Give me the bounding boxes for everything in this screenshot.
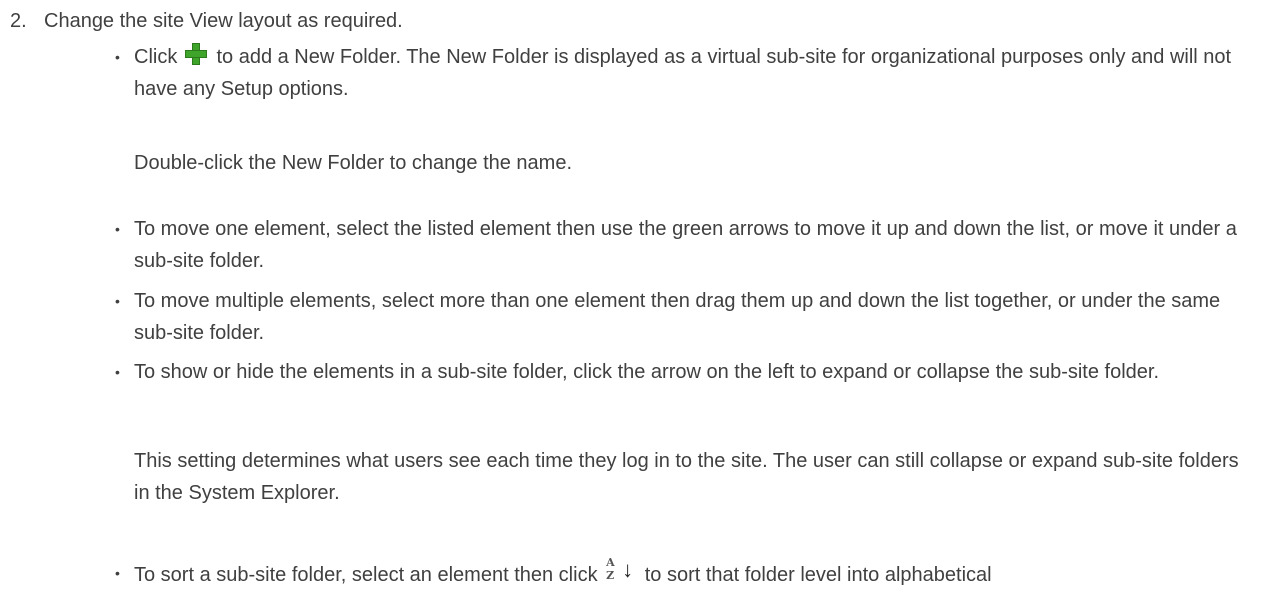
bullet-show-hide: • To show or hide the elements in a sub-… <box>115 356 1255 388</box>
bullet-sort: • To sort a sub-site folder, select an e… <box>115 557 1255 591</box>
bullet-dot: • <box>115 364 120 380</box>
step-heading: 2. Change the site View layout as require… <box>10 9 403 33</box>
bullet-move-one: • To move one element, select the listed… <box>115 213 1255 277</box>
bullet-dot: • <box>115 49 120 65</box>
bullet-text: To show or hide the elements in a sub-si… <box>134 361 1160 383</box>
bullet-add-folder: • Click to add a New Folder. The New Fol… <box>115 41 1255 105</box>
bullet-text: To move multiple elements, select more t… <box>134 290 1221 344</box>
note-setting: This setting determines what users see e… <box>134 450 1239 504</box>
bullet-dot: • <box>115 221 120 237</box>
bullet-text-pre: Click <box>134 46 178 68</box>
sort-az-icon: A Z ↓ <box>606 556 634 582</box>
bullet-text: To sort a sub-site folder, select an ele… <box>134 557 1255 591</box>
green-plus-icon <box>184 43 207 65</box>
note-rename-folder: Double-click the New Folder to change th… <box>134 152 573 174</box>
bullet-text-post: to sort that folder level into alphabeti… <box>644 564 992 586</box>
bullet-move-multiple: • To move multiple elements, select more… <box>115 285 1255 349</box>
step-heading-text: Change the site View layout as required. <box>44 10 403 32</box>
step-number: 2. <box>10 10 27 32</box>
bullet-text-post: to add a New Folder. The New Folder is d… <box>134 46 1232 100</box>
bullet-dot: • <box>115 293 120 309</box>
bullet-text: To move one element, select the listed e… <box>134 218 1237 272</box>
bullet-dot: • <box>115 565 120 581</box>
bullet-text: Click to add a New Folder. The New Folde… <box>134 41 1255 105</box>
bullet-text-pre: To sort a sub-site folder, select an ele… <box>134 564 598 586</box>
